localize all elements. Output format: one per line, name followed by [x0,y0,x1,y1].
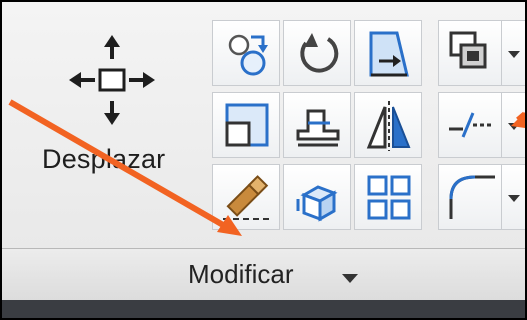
modify-ribbon-panel: Desplazar [2,2,525,248]
autocad-ribbon-screenshot: Desplazar [0,0,527,320]
panel-title: Modificar [188,259,294,289]
annotation-arrowhead-right [511,112,525,128]
bottom-strip [2,300,525,318]
chevron-down-icon [342,274,358,283]
annotation-arrow-left [8,99,232,232]
panel-title-bar[interactable]: Modificar [2,248,525,301]
